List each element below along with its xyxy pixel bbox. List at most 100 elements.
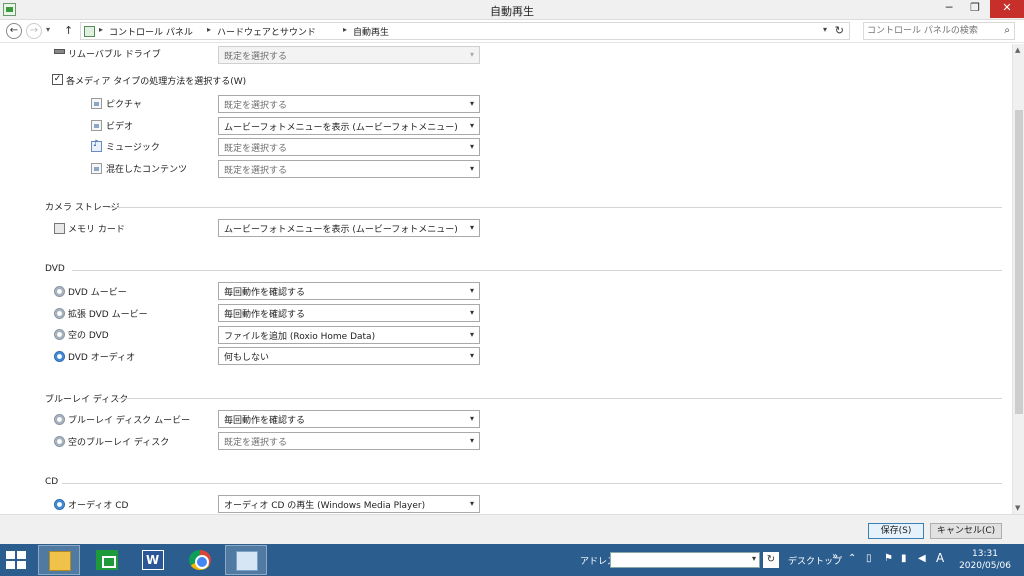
audio-cd-select[interactable]: オーディオ CD の再生 (Windows Media Player) ▾ bbox=[218, 495, 480, 513]
select-value: 既定を選択する bbox=[224, 101, 288, 111]
dvd-movie-select[interactable]: 毎回動作を確認する ▾ bbox=[218, 282, 480, 300]
enhanced-dvd-select[interactable]: 毎回動作を確認する ▾ bbox=[218, 304, 480, 322]
control-panel-icon bbox=[84, 26, 95, 37]
scroll-down-icon[interactable]: ▼ bbox=[1015, 504, 1020, 512]
chevron-down-icon: ▾ bbox=[469, 223, 474, 232]
clock[interactable]: 13:31 2020/05/06 bbox=[950, 548, 1020, 572]
section-divider bbox=[62, 483, 1002, 484]
power-icon[interactable]: ▯ bbox=[866, 553, 872, 564]
chevron-down-icon: ▾ bbox=[469, 436, 474, 445]
section-heading: CD bbox=[45, 477, 59, 487]
select-value: オーディオ CD の再生 (Windows Media Player) bbox=[224, 501, 426, 511]
select-value: 既定を選択する bbox=[224, 52, 288, 62]
dvd-audio-select[interactable]: 何もしない ▾ bbox=[218, 347, 480, 365]
select-value: ムービーフォトメニューを表示 (ムービーフォトメニュー) bbox=[224, 123, 458, 133]
refresh-icon[interactable]: ↻ bbox=[835, 24, 844, 37]
forward-button[interactable]: → bbox=[26, 23, 42, 39]
select-value: 毎回動作を確認する bbox=[224, 288, 306, 298]
volume-icon[interactable]: ◀ bbox=[918, 553, 926, 564]
cancel-button[interactable]: キャンセル(C) bbox=[930, 523, 1002, 539]
search-box[interactable]: ⌕ bbox=[863, 22, 1015, 40]
chevron-down-icon[interactable]: ▾ bbox=[823, 25, 827, 34]
close-button[interactable]: ✕ bbox=[990, 0, 1024, 18]
ime-indicator[interactable]: A bbox=[936, 551, 944, 565]
chevron-right-icon[interactable]: ▸ bbox=[207, 25, 211, 34]
media-type-label: ミュージック bbox=[106, 143, 160, 153]
refresh-icon[interactable]: ↻ bbox=[763, 552, 779, 568]
breadcrumb-hardware-sound[interactable]: ハードウェアとサウンド bbox=[217, 25, 316, 38]
audio-cd-icon bbox=[54, 499, 65, 510]
dvd-item-label: DVD ムービー bbox=[68, 288, 127, 298]
chevron-down-icon: ▾ bbox=[469, 308, 474, 317]
windows-start-icon[interactable] bbox=[6, 551, 26, 569]
media-types-checkbox-label[interactable]: 各メディア タイプの処理方法を選択する(W) bbox=[66, 74, 246, 87]
up-arrow-icon[interactable]: ↑ bbox=[64, 24, 73, 37]
chevron-down-icon: ▾ bbox=[469, 351, 474, 360]
button-bar: 保存(S) キャンセル(C) bbox=[0, 514, 1024, 544]
music-select[interactable]: 既定を選択する ▾ bbox=[218, 138, 480, 156]
dvd-disc-icon bbox=[54, 286, 65, 297]
chevron-down-icon: ▾ bbox=[469, 50, 474, 59]
chevron-down-icon: ▾ bbox=[469, 414, 474, 423]
minimize-button[interactable]: ─ bbox=[936, 0, 962, 18]
chevron-down-icon: ▾ bbox=[469, 142, 474, 151]
address-toolbar-input[interactable]: ▾ bbox=[610, 552, 760, 568]
blank-bluray-icon bbox=[54, 436, 65, 447]
chrome-icon bbox=[189, 550, 211, 570]
search-input[interactable] bbox=[867, 24, 993, 38]
signal-icon[interactable]: ▮ bbox=[901, 553, 907, 564]
save-button[interactable]: 保存(S) bbox=[868, 523, 924, 539]
scroll-up-icon[interactable]: ▲ bbox=[1015, 46, 1020, 54]
bluray-movie-select[interactable]: 毎回動作を確認する ▾ bbox=[218, 410, 480, 428]
chrome-taskbar-button[interactable] bbox=[179, 545, 221, 575]
word-taskbar-button[interactable] bbox=[132, 545, 174, 575]
title-bar: 自動再生 ─ ❐ ✕ bbox=[0, 0, 1024, 20]
removable-drive-icon bbox=[54, 49, 65, 54]
chevron-up-icon[interactable]: ⌃ bbox=[848, 553, 856, 564]
breadcrumb-control-panel[interactable]: コントロール パネル bbox=[109, 25, 193, 38]
memory-card-select[interactable]: ムービーフォトメニューを表示 (ムービーフォトメニュー) ▾ bbox=[218, 219, 480, 237]
search-icon[interactable]: ⌕ bbox=[1004, 25, 1010, 36]
chevron-down-icon: ▾ bbox=[469, 499, 474, 508]
clock-date: 2020/05/06 bbox=[959, 561, 1011, 571]
address-bar: ← → ▾ ↑ ▸ コントロール パネル ▸ ハードウェアとサウンド ▸ 自動再… bbox=[0, 20, 1024, 43]
blank-bluray-select[interactable]: 既定を選択する ▾ bbox=[218, 432, 480, 450]
section-divider bbox=[72, 270, 1002, 271]
breadcrumb-autoplay[interactable]: 自動再生 bbox=[353, 25, 389, 38]
window-title: 自動再生 bbox=[490, 5, 534, 18]
blank-dvd-select[interactable]: ファイルを追加 (Roxio Home Data) ▾ bbox=[218, 326, 480, 344]
chevron-right-icon[interactable]: ▸ bbox=[99, 25, 103, 34]
chevron-down-icon[interactable]: ▾ bbox=[752, 554, 756, 563]
picture-icon bbox=[91, 98, 102, 109]
bluray-disc-icon bbox=[54, 414, 65, 425]
taskbar: アドレス ▾ ↻ デスクトップ » ⌃ ▯ ⚑ ▮ ◀ A 13:31 2020… bbox=[0, 544, 1024, 576]
media-types-checkbox[interactable]: ✓ bbox=[52, 74, 63, 85]
store-taskbar-button[interactable] bbox=[86, 545, 128, 575]
select-value: 毎回動作を確認する bbox=[224, 416, 306, 426]
picture-select[interactable]: 既定を選択する ▾ bbox=[218, 95, 480, 113]
chevron-right-icon[interactable]: ▸ bbox=[343, 25, 347, 34]
select-value: 既定を選択する bbox=[224, 166, 288, 176]
media-type-label: ピクチャ bbox=[106, 100, 142, 110]
recent-locations-icon[interactable]: ▾ bbox=[46, 25, 50, 34]
word-icon bbox=[142, 550, 164, 570]
scroll-thumb[interactable] bbox=[1015, 110, 1023, 414]
back-button[interactable]: ← bbox=[6, 23, 22, 39]
removable-drive-label: リムーバブル ドライブ bbox=[68, 50, 161, 60]
memory-card-icon bbox=[54, 223, 65, 234]
flag-icon[interactable]: ⚑ bbox=[884, 553, 893, 564]
double-chevron-icon[interactable]: » bbox=[832, 551, 838, 562]
video-select[interactable]: ムービーフォトメニューを表示 (ムービーフォトメニュー) ▾ bbox=[218, 117, 480, 135]
select-value: 既定を選択する bbox=[224, 144, 288, 154]
clock-time: 13:31 bbox=[972, 549, 998, 559]
folder-icon bbox=[49, 551, 71, 571]
store-icon bbox=[96, 550, 118, 570]
file-explorer-taskbar-button[interactable] bbox=[38, 545, 80, 575]
maximize-button[interactable]: ❐ bbox=[962, 0, 988, 18]
select-value: 既定を選択する bbox=[224, 438, 288, 448]
mixed-content-select[interactable]: 既定を選択する ▾ bbox=[218, 160, 480, 178]
control-panel-taskbar-button[interactable] bbox=[225, 545, 267, 575]
vertical-scrollbar[interactable]: ▲ ▼ bbox=[1012, 44, 1024, 514]
bluray-item-label: ブルーレイ ディスク ムービー bbox=[68, 416, 191, 426]
breadcrumb[interactable]: ▸ コントロール パネル ▸ ハードウェアとサウンド ▸ 自動再生 ▾ ↻ bbox=[80, 22, 850, 40]
